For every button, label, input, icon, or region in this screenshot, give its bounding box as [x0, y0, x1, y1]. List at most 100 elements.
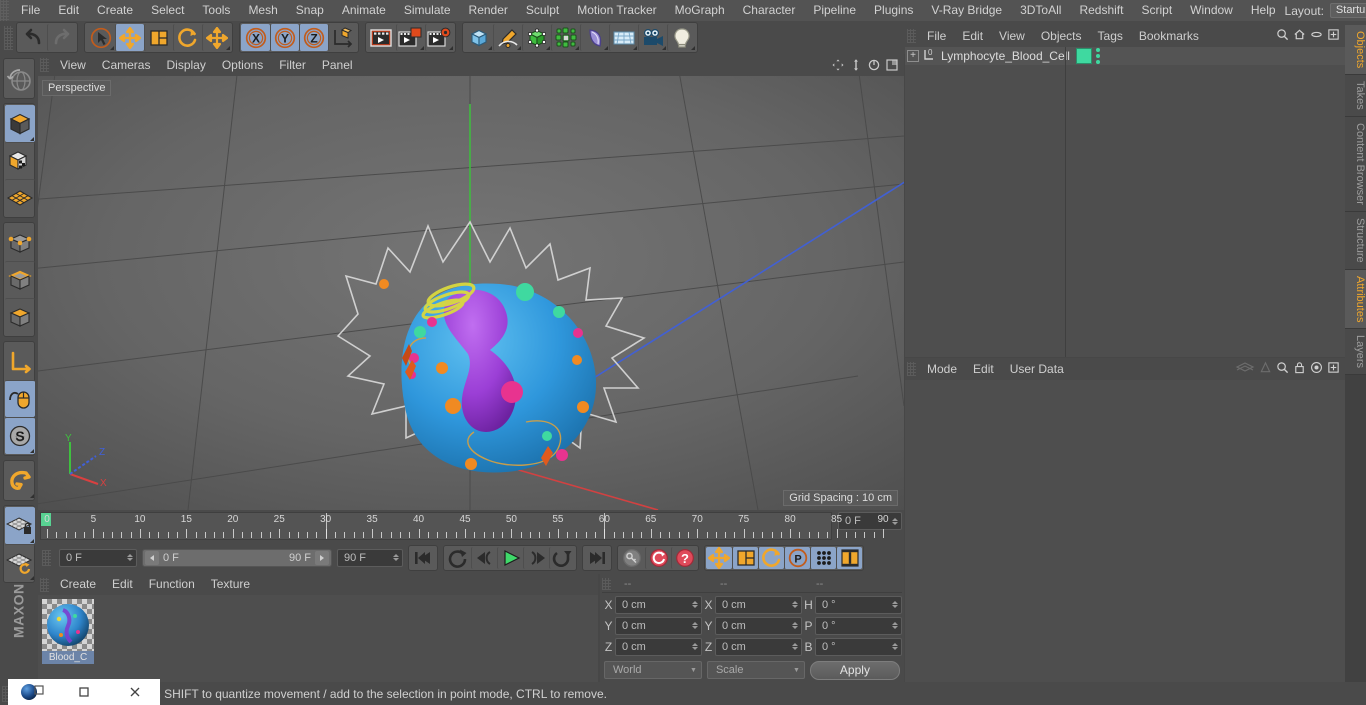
attribute-menu-edit[interactable]: Edit [965, 358, 1002, 380]
add-camera-button[interactable] [638, 24, 667, 51]
spinner-icon[interactable] [892, 517, 899, 525]
menu-item-create[interactable]: Create [88, 0, 142, 21]
viewport-solo-single-button[interactable]: S [5, 417, 35, 454]
viewport-solo-button[interactable] [5, 142, 35, 179]
expand-corner-icon[interactable] [575, 46, 579, 50]
object-menu-file[interactable]: File [919, 25, 954, 47]
rotation-b-field[interactable]: 0 ° [815, 637, 902, 656]
viewport-menu-panel[interactable]: Panel [314, 54, 361, 76]
size-mode-dropdown[interactable]: Scale ▼ [706, 661, 805, 679]
menu-item-simulate[interactable]: Simulate [395, 0, 460, 21]
menu-item-character[interactable]: Character [734, 0, 805, 21]
material-menu-function[interactable]: Function [141, 574, 203, 595]
menu-item-pipeline[interactable]: Pipeline [804, 0, 865, 21]
go-to-end-button[interactable] [584, 546, 610, 569]
menu-item-mesh[interactable]: Mesh [239, 0, 286, 21]
dock-tab-takes[interactable]: Takes [1345, 75, 1366, 118]
spinner-icon[interactable] [127, 554, 134, 561]
expand-corner-icon[interactable] [449, 46, 453, 50]
cone-icon[interactable] [1259, 361, 1272, 377]
frame-range-bar[interactable]: 0 F 90 F [142, 548, 332, 567]
toolbar-grip[interactable] [4, 25, 13, 50]
lock-icon[interactable] [1293, 361, 1306, 377]
expand-corner-icon[interactable] [30, 449, 34, 453]
dock-tab-structure[interactable]: Structure [1345, 211, 1366, 270]
zoom-icon[interactable] [847, 57, 864, 74]
add-scene-object-button[interactable] [609, 24, 638, 51]
play-return-button[interactable] [549, 546, 575, 569]
viewport-menu-display[interactable]: Display [158, 54, 213, 76]
rotation-h-field[interactable]: 0 ° [815, 595, 902, 614]
key-parameter-button[interactable]: P [784, 546, 810, 569]
dock-tab-attributes[interactable]: Attributes [1345, 269, 1366, 330]
expand-corner-icon[interactable] [30, 539, 34, 543]
attribute-menu-grip[interactable] [907, 362, 916, 376]
spinner-icon[interactable] [792, 601, 799, 608]
spinner-icon[interactable] [792, 622, 799, 629]
end-frame-field[interactable]: 90 F [337, 548, 403, 567]
restore-icon[interactable] [59, 679, 110, 705]
range-right-arrow-icon[interactable] [315, 550, 329, 565]
keyframe-selection-button[interactable]: ? [671, 546, 697, 569]
menu-item-file[interactable]: File [12, 0, 49, 21]
expand-corner-icon[interactable] [691, 46, 695, 50]
step-back-button[interactable] [471, 546, 497, 569]
dynamic-place-tool[interactable] [202, 24, 231, 51]
viewport-menu-options[interactable]: Options [214, 54, 271, 76]
menu-item-help[interactable]: Help [1242, 0, 1285, 21]
live-selection-tool[interactable] [86, 24, 115, 51]
expand-corner-icon[interactable] [30, 137, 34, 141]
viewport-menu-cameras[interactable]: Cameras [94, 54, 159, 76]
tag-dots-icon[interactable] [1095, 48, 1100, 64]
object-menu-edit[interactable]: Edit [954, 25, 991, 47]
position-z-field[interactable]: 0 cm [615, 637, 702, 656]
material-menu-create[interactable]: Create [52, 574, 104, 595]
move-tool[interactable] [115, 24, 144, 51]
expand-corner-icon[interactable] [633, 46, 637, 50]
object-menu-view[interactable]: View [991, 25, 1033, 47]
material-menu-edit[interactable]: Edit [104, 574, 141, 595]
object-menu-tags[interactable]: Tags [1090, 25, 1131, 47]
menu-item-edit[interactable]: Edit [49, 0, 88, 21]
menu-item-animate[interactable]: Animate [333, 0, 395, 21]
add-icon[interactable] [1327, 361, 1340, 377]
menu-item-snap[interactable]: Snap [287, 0, 333, 21]
key-rotation-button[interactable] [758, 546, 784, 569]
texture-axis-button[interactable] [5, 380, 35, 417]
polygons-mode-button[interactable] [5, 298, 35, 335]
scale-tool[interactable] [144, 24, 173, 51]
spinner-icon[interactable] [393, 554, 400, 561]
key-scale-button[interactable] [732, 546, 758, 569]
go-to-start-button[interactable] [410, 546, 436, 569]
c4d-sphere-icon[interactable] [8, 679, 59, 705]
menu-grip[interactable] [0, 0, 9, 23]
expand-icon[interactable]: + [907, 50, 919, 62]
render-region-button[interactable] [396, 24, 425, 51]
lock-y-axis[interactable]: Y [270, 24, 299, 51]
record-key-button[interactable] [619, 546, 645, 569]
spinner-icon[interactable] [692, 622, 699, 629]
menu-item-window[interactable]: Window [1181, 0, 1242, 21]
rotate-tool[interactable] [173, 24, 202, 51]
pan-icon[interactable] [829, 57, 846, 74]
lock-x-axis[interactable]: X [241, 24, 270, 51]
coordinates-grip[interactable] [602, 578, 611, 590]
coord-system-dropdown[interactable]: World ▼ [604, 661, 702, 679]
expand-corner-icon[interactable] [420, 46, 424, 50]
position-y-field[interactable]: 0 cm [615, 616, 702, 635]
rotation-p-field[interactable]: 0 ° [815, 616, 902, 635]
menu-item-render[interactable]: Render [460, 0, 517, 21]
key-position-button[interactable] [706, 546, 732, 569]
enable-axis-button[interactable] [5, 179, 35, 216]
apply-button[interactable]: Apply [809, 660, 900, 680]
menu-item-select[interactable]: Select [142, 0, 193, 21]
position-x-field[interactable]: 0 cm [615, 595, 702, 614]
add-cube-button[interactable] [464, 24, 493, 51]
home-icon[interactable] [1293, 28, 1306, 44]
world-object-coords[interactable] [328, 24, 357, 51]
close-icon[interactable] [109, 679, 160, 705]
edges-mode-button[interactable] [5, 261, 35, 298]
menu-item-redshift[interactable]: Redshift [1070, 0, 1132, 21]
play-button[interactable] [497, 546, 523, 569]
menu-item-motion-tracker[interactable]: Motion Tracker [568, 0, 665, 21]
